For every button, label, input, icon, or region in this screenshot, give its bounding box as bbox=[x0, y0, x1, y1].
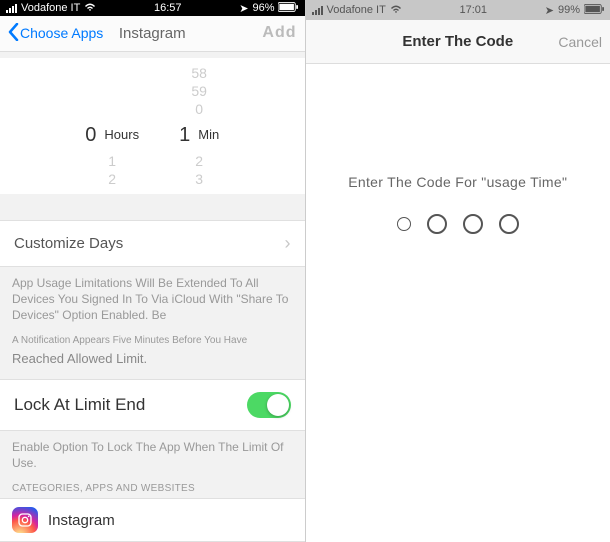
code-digit-3 bbox=[463, 214, 483, 234]
chevron-right-icon: › bbox=[285, 233, 291, 254]
hours-unit: Hours bbox=[104, 127, 139, 142]
battery-icon bbox=[584, 4, 604, 17]
customize-days-label: Customize Days bbox=[14, 235, 123, 252]
status-time: 17:01 bbox=[460, 4, 488, 16]
hours-column[interactable]: 0 Hours 1 2 bbox=[85, 64, 139, 188]
carrier-label: Vodafone IT bbox=[327, 4, 386, 16]
app-label: Instagram bbox=[48, 512, 115, 529]
nav-bar: Enter The Code Cancel bbox=[306, 20, 610, 64]
battery-icon bbox=[278, 2, 298, 15]
minutes-selected: 1 bbox=[179, 118, 190, 152]
nav-bar: Choose Apps Instagram Add bbox=[0, 16, 305, 52]
battery-label: 96% bbox=[252, 2, 274, 14]
phone-left: Vodafone IT 16:57 ➤ 96% Choose Apps Inst… bbox=[0, 0, 306, 542]
lock-at-limit-row: Lock At Limit End bbox=[0, 379, 305, 431]
battery-label: 99% bbox=[558, 4, 580, 16]
back-label: Choose Apps bbox=[20, 25, 103, 41]
signal-icon bbox=[312, 6, 323, 15]
code-digit-1 bbox=[397, 217, 411, 231]
minutes-unit: Min bbox=[198, 127, 219, 142]
phone-right: Vodafone IT 17:01 ➤ 99% Enter The Code C… bbox=[306, 0, 610, 542]
lock-note: Enable Option To Lock The App When The L… bbox=[0, 431, 305, 473]
cancel-button[interactable]: Cancel bbox=[558, 34, 602, 50]
back-button[interactable]: Choose Apps bbox=[8, 23, 103, 44]
code-input[interactable] bbox=[306, 214, 610, 234]
lock-label: Lock At Limit End bbox=[14, 395, 145, 415]
wifi-icon bbox=[390, 4, 402, 17]
status-bar: Vodafone IT 17:01 ➤ 99% bbox=[306, 0, 610, 20]
chevron-left-icon bbox=[8, 23, 19, 44]
hours-selected: 0 bbox=[85, 118, 96, 152]
customize-days-row[interactable]: Customize Days › bbox=[0, 220, 305, 267]
limit-note-2: A Notification Appears Five Minutes Befo… bbox=[0, 325, 305, 351]
code-prompt: Enter The Code For "usage Time" bbox=[306, 174, 610, 190]
signal-icon bbox=[6, 4, 17, 13]
status-bar: Vodafone IT 16:57 ➤ 96% bbox=[0, 0, 305, 16]
section-header: CATEGORIES, APPS AND WEBSITES bbox=[0, 473, 305, 498]
code-digit-2 bbox=[427, 214, 447, 234]
location-icon: ➤ bbox=[239, 2, 248, 15]
limit-note-3: Reached Allowed Limit. bbox=[0, 351, 305, 369]
minutes-column[interactable]: 58 59 0 1 Min 2 3 bbox=[179, 64, 219, 188]
instagram-icon bbox=[12, 507, 38, 533]
lock-toggle[interactable] bbox=[247, 392, 291, 418]
add-button[interactable]: Add bbox=[262, 24, 296, 42]
carrier-label: Vodafone IT bbox=[21, 2, 80, 14]
status-time: 16:57 bbox=[154, 2, 182, 14]
location-icon: ➤ bbox=[545, 4, 554, 17]
code-digit-4 bbox=[499, 214, 519, 234]
wifi-icon bbox=[84, 2, 96, 15]
app-row-instagram[interactable]: Instagram bbox=[0, 498, 305, 542]
time-picker[interactable]: 0 Hours 1 2 58 59 0 1 Min 2 3 bbox=[0, 58, 305, 194]
limit-note: App Usage Limitations Will Be Extended T… bbox=[0, 267, 305, 325]
